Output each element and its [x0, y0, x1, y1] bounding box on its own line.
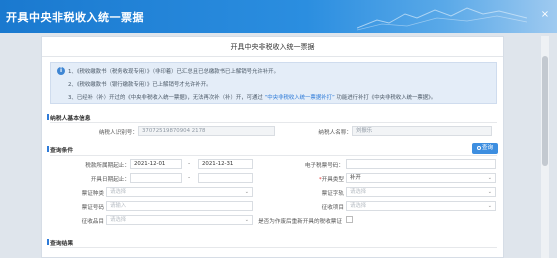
results-section-divider: [50, 247, 497, 248]
taxpayer-id-field: 37072519870904 2178: [138, 126, 275, 136]
query-section-title: 查询条件: [46, 145, 73, 154]
chevron-down-icon: ⌄: [487, 189, 492, 195]
voucher-type-placeholder: 请选择: [110, 189, 127, 195]
reissue-label: 是否为作废后重新开具的税收票证: [258, 219, 342, 225]
taxpayer-name-field: 刘振乐: [352, 126, 492, 136]
voucher-char-select[interactable]: 请选择 ⌄: [346, 187, 496, 197]
chevron-down-icon: ⌄: [244, 189, 249, 195]
e-voucher-no-label: 电子税票号码：: [304, 163, 344, 169]
tax-item-placeholder: 请选择: [350, 203, 367, 209]
voucher-type-label: 票证种类: [81, 191, 104, 197]
close-window-button[interactable]: ×: [539, 9, 551, 21]
page-title: 开具中央非税收入统一票据: [230, 43, 315, 51]
tax-period-end-input[interactable]: 2021-12-31: [198, 159, 253, 169]
notice-line-3-text-b: 功能进行补打《中央非税收入统一票据》。: [334, 95, 437, 101]
query-section-divider: [50, 155, 497, 156]
issue-type-select[interactable]: 补开 ⌄: [346, 173, 496, 183]
notice-line-1: 1、《税收缴款书（税务收现专用）》（非印着）已汇总且已总缴款书已上解销号允许补开…: [68, 69, 279, 75]
notice-line-3: 3、已经补（补）开过的《中央非税收入统一票据》，无法再次补（补）开，可通过 “中…: [68, 93, 436, 101]
issue-type-value: 补开: [350, 175, 361, 181]
scrollbar-thumb[interactable]: [542, 56, 548, 166]
tax-item-label: 征收项目: [321, 205, 344, 211]
title-divider: [42, 56, 503, 57]
window-title: 开具中央非税收入统一票据: [6, 11, 144, 24]
taxpayer-id-label: 纳税人识别号：: [98, 130, 138, 136]
voucher-no-placeholder: 请输入: [110, 203, 127, 209]
results-section-title: 查询结果: [46, 238, 73, 247]
tax-subitem-select[interactable]: 请选择 ⌄: [106, 215, 253, 225]
voucher-char-placeholder: 请选择: [350, 189, 367, 195]
window-title-bar: 开具中央非税收入统一票据 ×: [0, 0, 557, 33]
page-scrollbar[interactable]: [541, 36, 549, 258]
taxpayer-name-label: 纳税人名称：: [318, 130, 352, 136]
info-icon: i: [57, 67, 65, 75]
chevron-down-icon: ⌄: [244, 217, 249, 223]
main-panel: 开具中央非税收入统一票据 i 1、《税收缴款书（税务收现专用）》（非印着）已汇总…: [41, 36, 504, 258]
voucher-char-label: 票证字轨: [321, 191, 344, 197]
chevron-down-icon: ⌄: [487, 175, 492, 181]
voucher-no-input[interactable]: 请输入: [106, 201, 253, 211]
tax-subitem-label: 征收品目: [81, 219, 104, 225]
query-button-label: 查询: [481, 145, 494, 151]
issue-date-end-input[interactable]: [198, 173, 253, 183]
taxpayer-section-title: 纳税人基本信息: [47, 113, 91, 122]
query-button[interactable]: 查询: [472, 143, 498, 154]
issue-type-label: *开具类型: [282, 175, 344, 183]
notice-line-2: 2、《税收缴款书（银行缴款专用）》已上解销号才允许补开。: [68, 82, 212, 88]
tax-period-label: 税款所属期起止：: [85, 163, 130, 169]
search-icon: [476, 145, 481, 150]
notice-box: i 1、《税收缴款书（税务收现专用）》（非印着）已汇总且已总缴款书已上解销号允许…: [50, 62, 497, 104]
reprint-link[interactable]: “中央非税收入统一票据补打”: [265, 95, 335, 101]
tax-subitem-placeholder: 请选择: [110, 217, 127, 223]
notice-line-3-text-a: 3、已经补（补）开过的《中央非税收入统一票据》，无法再次补（补）开，可通过: [68, 95, 265, 101]
tax-item-select[interactable]: 请选择 ⌄: [346, 201, 496, 211]
issue-date-start-input[interactable]: [130, 173, 182, 183]
reissue-checkbox[interactable]: [346, 216, 353, 223]
great-wall-decoration-icon: [357, 7, 527, 31]
issue-date-label: 开具日期起止：: [90, 177, 130, 183]
period-range-separator: -: [188, 160, 191, 167]
issue-type-label-text: 开具类型: [321, 177, 344, 183]
tax-period-start-input[interactable]: 2021-12-01: [130, 159, 182, 169]
issue-date-range-separator: -: [188, 174, 191, 181]
taxpayer-section-divider: [50, 122, 497, 123]
chevron-down-icon: ⌄: [487, 203, 492, 209]
voucher-no-label: 票证号码: [81, 205, 104, 211]
voucher-type-select[interactable]: 请选择 ⌄: [106, 187, 253, 197]
e-voucher-no-input[interactable]: [346, 159, 496, 169]
